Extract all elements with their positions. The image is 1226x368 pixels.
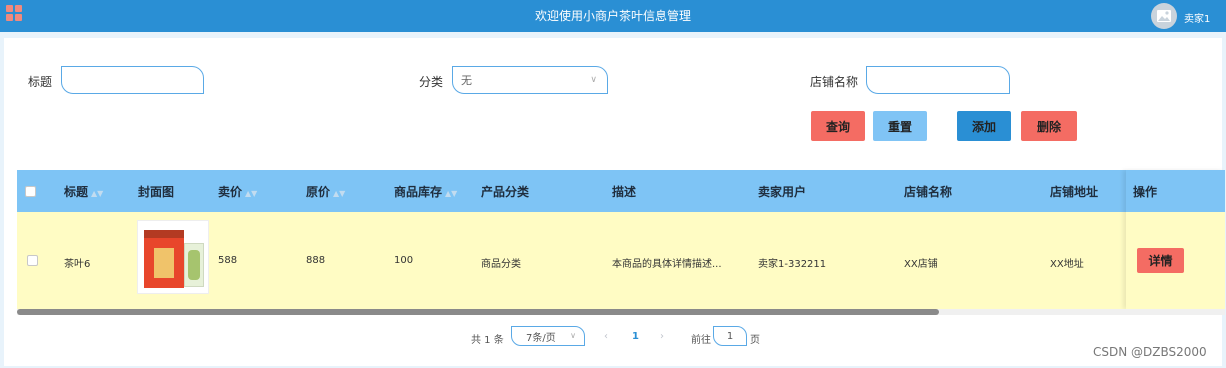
sort-icon[interactable]: ▲▼ [245, 189, 257, 198]
column-header: 描述 [612, 185, 637, 199]
goto-suffix: 页 [750, 335, 760, 346]
main-content: 标题 分类 无 ∨ 店铺名称 查询 重置 添加 删除 标题 ▲▼ 封面图 卖价 ▲▼… [4, 38, 1225, 366]
column-header[interactable]: 原价 ▲▼ [306, 183, 345, 200]
top-bar: 欢迎使用小商户茶叶信息管理 卖家1 [0, 0, 1226, 32]
watermark: CSDN @DZBS2000 [1093, 345, 1207, 359]
horizontal-scrollbar[interactable] [17, 309, 1225, 315]
cell-seller: 卖家1-332211 [758, 259, 827, 270]
select-all-checkbox[interactable] [25, 186, 36, 197]
page-size-value: 7条/页 [526, 332, 556, 344]
category-select-value: 无 [461, 74, 472, 87]
next-page-icon[interactable]: › [660, 331, 664, 342]
cell-shop-name: XX店铺 [904, 259, 938, 270]
chevron-down-icon: ∨ [570, 331, 576, 340]
cell-stock: 100 [394, 255, 414, 266]
chevron-down-icon: ∨ [590, 75, 597, 85]
goto-label: 前往 [691, 335, 711, 346]
cover-image[interactable] [137, 220, 209, 294]
table-header: 标题 ▲▼ 封面图 卖价 ▲▼ 原价 ▲▼ 商品库存 ▲▼ 产品分类 描述 卖家用户 店… [17, 170, 1225, 212]
column-header[interactable]: 商品库存 ▲▼ [394, 183, 457, 200]
cell-price: 588 [218, 255, 238, 266]
query-button[interactable]: 查询 [811, 111, 865, 141]
add-button[interactable]: 添加 [957, 111, 1011, 141]
cell-shop-address: XX地址 [1050, 259, 1084, 270]
prev-page-icon[interactable]: ‹ [604, 331, 608, 342]
category-select[interactable]: 无 ∨ [452, 66, 608, 94]
delete-button[interactable]: 删除 [1021, 111, 1077, 141]
column-header[interactable]: 卖价 ▲▼ [218, 183, 257, 200]
tea-can-image [144, 230, 184, 288]
column-header: 卖家用户 [758, 185, 807, 199]
column-header[interactable]: 标题 ▲▼ [64, 183, 103, 200]
cell-description: 本商品的具体详情描述... [612, 259, 722, 270]
title-filter-label: 标题 [28, 75, 53, 89]
image-icon [1157, 10, 1171, 22]
pagination: 共 1 条 7条/页 ∨ ‹ 1 › 前往 1 页 [4, 326, 1222, 350]
shop-name-input[interactable] [866, 66, 1010, 94]
sort-icon[interactable]: ▲▼ [91, 189, 103, 198]
username[interactable]: 卖家1 [1184, 10, 1210, 25]
column-header: 店铺名称 [904, 185, 953, 199]
cell-original-price: 888 [306, 255, 326, 266]
column-header: 产品分类 [481, 185, 530, 199]
table-row[interactable]: 茶叶6 588 888 100 商品分类 本商品的具体详情描述... 卖家1-3… [17, 212, 1225, 309]
avatar[interactable] [1151, 3, 1177, 29]
page-number[interactable]: 1 [632, 331, 639, 342]
sort-icon[interactable]: ▲▼ [333, 189, 345, 198]
total-count: 共 1 条 [471, 335, 504, 346]
tea-glass-image [184, 243, 204, 287]
column-header: 店铺地址 [1050, 185, 1099, 199]
row-checkbox[interactable] [27, 255, 38, 266]
cell-category: 商品分类 [481, 259, 521, 270]
shop-filter-label: 店铺名称 [810, 75, 859, 89]
goto-page-input[interactable]: 1 [713, 326, 747, 346]
fixed-operation-column [1126, 170, 1225, 309]
category-filter-label: 分类 [419, 75, 444, 89]
title-input[interactable] [61, 66, 204, 94]
column-header: 封面图 [138, 185, 175, 199]
sort-icon[interactable]: ▲▼ [445, 189, 457, 198]
page-title: 欢迎使用小商户茶叶信息管理 [534, 9, 691, 23]
reset-button[interactable]: 重置 [873, 111, 927, 141]
cell-title: 茶叶6 [64, 259, 91, 270]
page-size-select[interactable]: 7条/页 ∨ [511, 326, 585, 346]
scrollbar-thumb[interactable] [17, 309, 939, 315]
